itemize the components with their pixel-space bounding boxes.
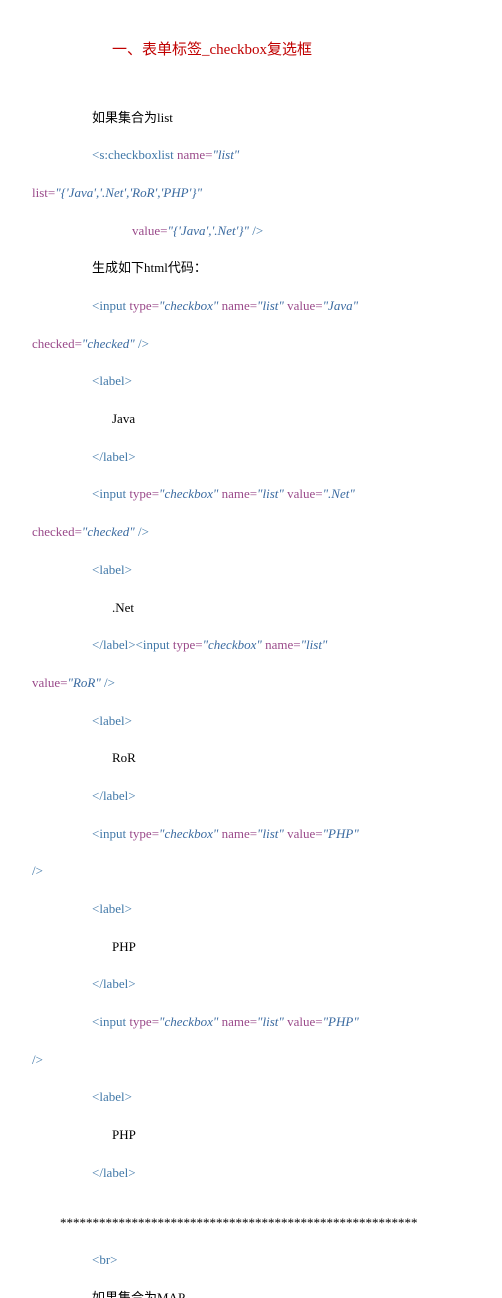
code-line: PHP [112,938,470,957]
code-line: <label> [92,372,470,391]
code-line: RoR [112,749,470,768]
code-line: value="{'Java','.Net'}" /> [132,222,470,241]
code-line: checked="checked" /> [32,523,470,542]
code-line: <input type="checkbox" name="list" value… [92,297,470,316]
code-block-map: <br> 如果集合为MAP <s:checkboxlist name="map"… [32,1232,470,1298]
section-title: 一、表单标签_checkbox复选框 [112,40,470,62]
code-line: checked="checked" /> [32,335,470,354]
code-line: <label> [92,712,470,731]
code-line: /> [32,862,470,881]
code-line: <label> [92,561,470,580]
code-line: <s:checkboxlist name="list" [92,146,470,165]
code-line: .Net [112,599,470,618]
code-line: Java [112,410,470,429]
code-line: <input type="checkbox" name="list" value… [92,825,470,844]
code-line: <input type="checkbox" name="list" value… [92,1013,470,1032]
text-line: 生成如下html代码： [92,259,470,278]
code-line: <label> [92,900,470,919]
code-line: <input type="checkbox" name="list" value… [92,485,470,504]
code-line: list="{'Java','.Net','RoR','PHP'}" [32,184,470,203]
code-block: 如果集合为list <s:checkboxlist name="list" li… [32,90,470,1202]
code-line: </label> [92,1164,470,1183]
text-line: 如果集合为MAP [92,1289,470,1298]
code-line: /> [32,1051,470,1070]
code-line: </label> [92,448,470,467]
code-line: value="RoR" /> [32,674,470,693]
code-line: </label> [92,787,470,806]
code-line: </label> [92,975,470,994]
code-line: PHP [112,1126,470,1145]
text-line: 如果集合为list [92,109,470,128]
code-line: <label> [92,1088,470,1107]
code-line: <br> [92,1251,470,1270]
separator-stars: ****************************************… [60,1214,470,1233]
code-line: </label><input type="checkbox" name="lis… [92,636,470,655]
